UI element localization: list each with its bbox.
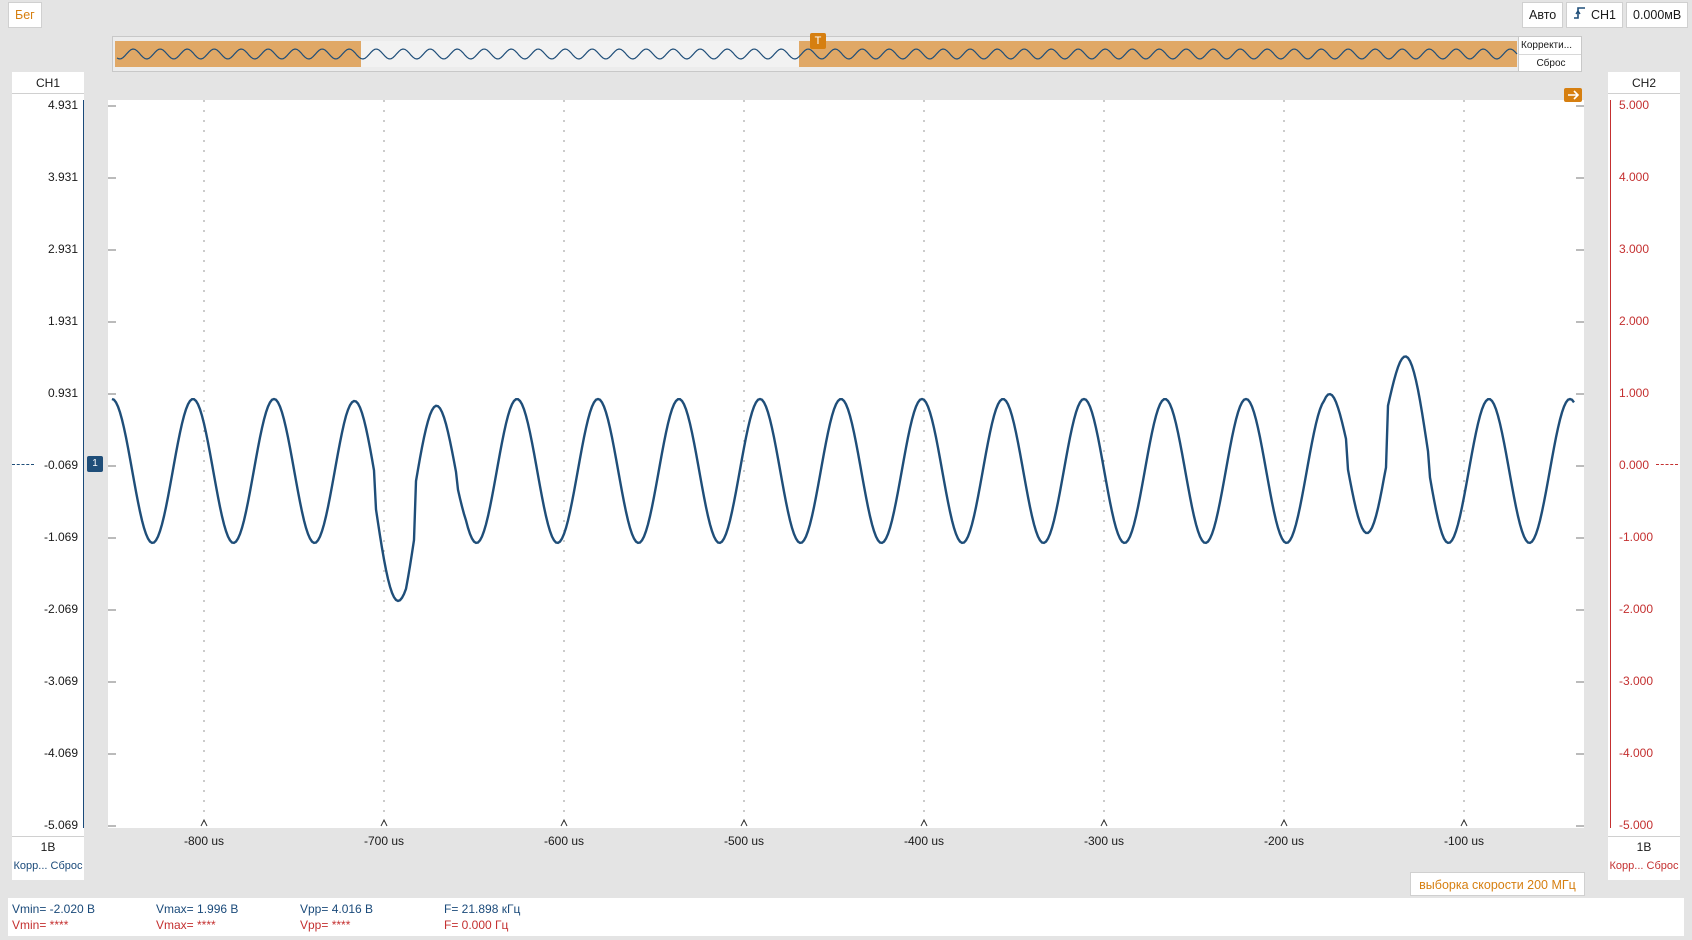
ch1-y-label: 2.931	[47, 242, 78, 256]
x-axis-label: -700 us	[363, 834, 405, 848]
x-tick-marker	[1280, 818, 1288, 827]
ch1-freq: F= 21.898 кГц	[444, 902, 521, 916]
ch1-vmin: Vmin= -2.020 В	[12, 902, 96, 916]
ch2-y-label: -4.000	[1619, 746, 1654, 760]
arrow-right-icon	[1568, 90, 1580, 100]
rising-edge-icon	[1573, 4, 1587, 28]
ch1-y-label: -1.069	[43, 530, 78, 544]
sample-rate-label: выборка скорости 200 МГц	[1410, 872, 1585, 896]
ch1-scale[interactable]: 1В	[12, 836, 84, 856]
ch2-y-label: -1.000	[1619, 530, 1654, 544]
x-axis-label: -100 us	[1443, 834, 1485, 848]
x-axis-label: -500 us	[723, 834, 765, 848]
trigger-source-button[interactable]: CH1	[1566, 2, 1624, 28]
ch2-y-label: 1.000	[1619, 386, 1650, 400]
ch1-title[interactable]: CH1	[12, 72, 84, 94]
ch2-vpp: Vpp= ****	[300, 918, 351, 932]
trigger-level-button[interactable]: 0.000мВ	[1626, 2, 1689, 28]
plot-canvas	[108, 100, 1584, 828]
x-tick-marker	[1460, 818, 1468, 827]
ch1-offset-label: 1	[92, 458, 98, 469]
ch1-y-label: 0.931	[47, 386, 78, 400]
ch2-scale[interactable]: 1В	[1608, 836, 1680, 856]
run-button[interactable]: Бег	[8, 2, 42, 28]
x-tick-marker	[380, 818, 388, 827]
ch2-y-label: 3.000	[1619, 242, 1650, 256]
overview-correction-button[interactable]: Корректи...	[1519, 37, 1581, 54]
trigger-source-label: CH1	[1591, 8, 1617, 22]
ch1-axis-line	[83, 100, 84, 828]
ch2-y-label: 0.000	[1619, 458, 1650, 472]
ch1-y-label: -4.069	[43, 746, 78, 760]
x-axis-label: -800 us	[183, 834, 225, 848]
ch1-y-label: 3.931	[47, 170, 78, 184]
ch2-freq: F= 0.000 Гц	[444, 918, 509, 932]
grid	[108, 100, 1584, 828]
ch2-y-label: 4.000	[1619, 170, 1650, 184]
ch2-vmin: Vmin= ****	[12, 918, 69, 932]
ch2-y-label: 5.000	[1619, 98, 1650, 112]
x-tick-marker	[200, 818, 208, 827]
ch2-reset-button[interactable]: Корр... Сброс	[1608, 856, 1680, 876]
ch1-reset-button[interactable]: Корр... Сброс	[12, 856, 84, 876]
ch2-y-label: -5.000	[1619, 818, 1654, 832]
overview-trigger-marker[interactable]: T	[810, 33, 826, 49]
ch1-y-label: 4.931	[47, 98, 78, 112]
ch1-y-label: -0.069	[43, 458, 78, 472]
x-tick-marker	[740, 818, 748, 827]
ch1-y-label: -2.069	[43, 602, 78, 616]
ch2-vmax: Vmax= ****	[156, 918, 216, 932]
x-axis-label: -600 us	[543, 834, 585, 848]
ch1-vpp: Vpp= 4.016 В	[300, 902, 374, 916]
overview-reset-button[interactable]: Сброс	[1519, 54, 1581, 72]
x-axis-label: -200 us	[1263, 834, 1305, 848]
x-tick-marker	[1100, 818, 1108, 827]
x-axis-label: -300 us	[1083, 834, 1125, 848]
x-tick-marker	[560, 818, 568, 827]
time-offset-marker[interactable]	[1564, 88, 1582, 102]
ch1-vmax: Vmax= 1.996 В	[156, 902, 239, 916]
ch1-trace	[111, 355, 1575, 603]
ch2-title[interactable]: CH2	[1608, 72, 1680, 94]
ch2-axis-line	[1610, 100, 1611, 828]
x-tick-marker	[920, 818, 928, 827]
ch1-y-label: -3.069	[43, 674, 78, 688]
ch2-y-label: 2.000	[1619, 314, 1650, 328]
x-axis-label: -400 us	[903, 834, 945, 848]
overview-left-shade	[115, 41, 361, 67]
trigger-marker-label: T	[814, 35, 822, 47]
ch2-y-label: -3.000	[1619, 674, 1654, 688]
waveform-overview[interactable]: T	[112, 33, 1582, 72]
overview-controls: Корректи... Сброс	[1518, 36, 1582, 72]
ch1-y-label: -5.069	[43, 818, 78, 832]
measurements-panel: Vmin= -2.020 В Vmax= 1.996 В Vpp= 4.016 …	[8, 898, 1684, 936]
plot-area[interactable]	[108, 88, 1584, 828]
ch1-offset-marker[interactable]: 1	[87, 456, 103, 472]
ch2-y-label: -2.000	[1619, 602, 1654, 616]
trigger-mode-button[interactable]: Авто	[1522, 2, 1564, 28]
ch1-y-label: 1.931	[47, 314, 78, 328]
